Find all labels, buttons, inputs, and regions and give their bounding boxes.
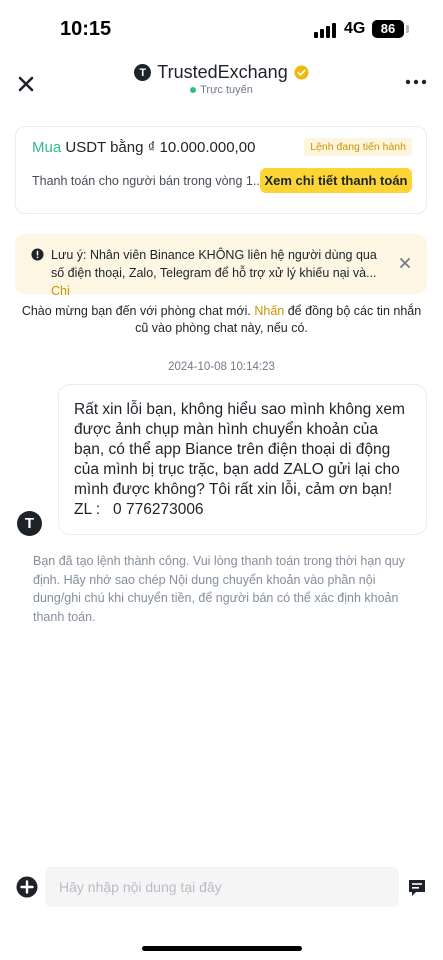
message-line: mình được không? Tôi rất xin lỗi, cảm ơn…: [74, 481, 393, 498]
order-status-badge: Lệnh đang tiến hành: [304, 138, 412, 156]
message-line: ZL : 0 776273006: [74, 501, 204, 518]
chat-header: T TrustedExchang Trực tuyến: [0, 58, 443, 108]
welcome-text-before: Chào mừng bạn đến với phòng chat mới.: [21, 304, 251, 318]
sync-messages-link[interactable]: Nhấn: [254, 304, 284, 318]
order-title: Mua USDT bằng ₫ 10.000.000,00: [32, 139, 255, 156]
add-attachment-icon[interactable]: [16, 876, 38, 898]
warning-more-link[interactable]: Chi: [51, 284, 70, 298]
message-line: Rất xin lỗi bạn, không hiểu sao mình khô…: [74, 401, 405, 418]
order-side: Mua: [32, 139, 62, 156]
warning-icon: [31, 248, 44, 261]
verified-badge-icon: [294, 65, 309, 80]
online-dot-icon: [190, 87, 197, 94]
welcome-message: Chào mừng bạn đến với phòng chat mới. Nh…: [0, 303, 443, 337]
system-note: Bạn đã tạo lệnh thành công. Vui lòng tha…: [33, 554, 405, 624]
message-timestamp: 2024-10-08 10:14:23: [168, 361, 275, 373]
order-card: Mua USDT bằng ₫ 10.000.000,00 Lệnh đang …: [15, 126, 427, 214]
battery-icon: 86: [372, 20, 404, 38]
view-payment-details-button[interactable]: Xem chi tiết thanh toán: [260, 168, 412, 193]
close-icon[interactable]: [399, 257, 411, 269]
security-warning-banner: Lưu ý: Nhân viên Binance KHÔNG liên hệ n…: [15, 234, 427, 298]
merchant-avatar: T: [134, 64, 152, 81]
sender-avatar[interactable]: T: [17, 511, 42, 536]
message-bubble[interactable]: Rất xin lỗi bạn, không hiểu sao mình khô…: [58, 384, 427, 535]
home-indicator: [142, 946, 302, 951]
order-deadline-text: Thanh toán cho người bán trong vòng 1...: [32, 174, 262, 188]
message-line: được ảnh chụp màn hình chuyển khoản của: [74, 421, 379, 438]
online-status: Trực tuyến: [0, 84, 443, 96]
status-time: 10:15: [60, 18, 112, 40]
online-status-label: Trực tuyến: [200, 84, 253, 96]
battery-tip: [406, 25, 409, 33]
chat-title-row[interactable]: T TrustedExchang: [0, 62, 443, 86]
order-amount: USDT bằng ₫ 10.000.000,00: [61, 139, 256, 156]
warning-text: Lưu ý: Nhân viên Binance KHÔNG liên hệ n…: [51, 246, 381, 300]
message-line: bạn, có thể app Biance trên điện thoại d…: [74, 441, 391, 458]
network-type: 4G: [344, 20, 366, 37]
signal-icon: [314, 22, 338, 38]
merchant-name: TrustedExchang: [157, 62, 288, 82]
warning-body: Lưu ý: Nhân viên Binance KHÔNG liên hệ n…: [51, 248, 377, 280]
message-input[interactable]: [45, 867, 399, 907]
status-bar: 10:15 4G 86: [0, 0, 443, 58]
message-line: của mình bị trục trặc, bạn add ZALO gửi …: [74, 461, 400, 478]
more-options-icon[interactable]: [405, 78, 427, 86]
message-text: Rất xin lỗi bạn, không hiểu sao mình khô…: [74, 400, 405, 520]
quick-reply-icon[interactable]: [408, 879, 426, 897]
